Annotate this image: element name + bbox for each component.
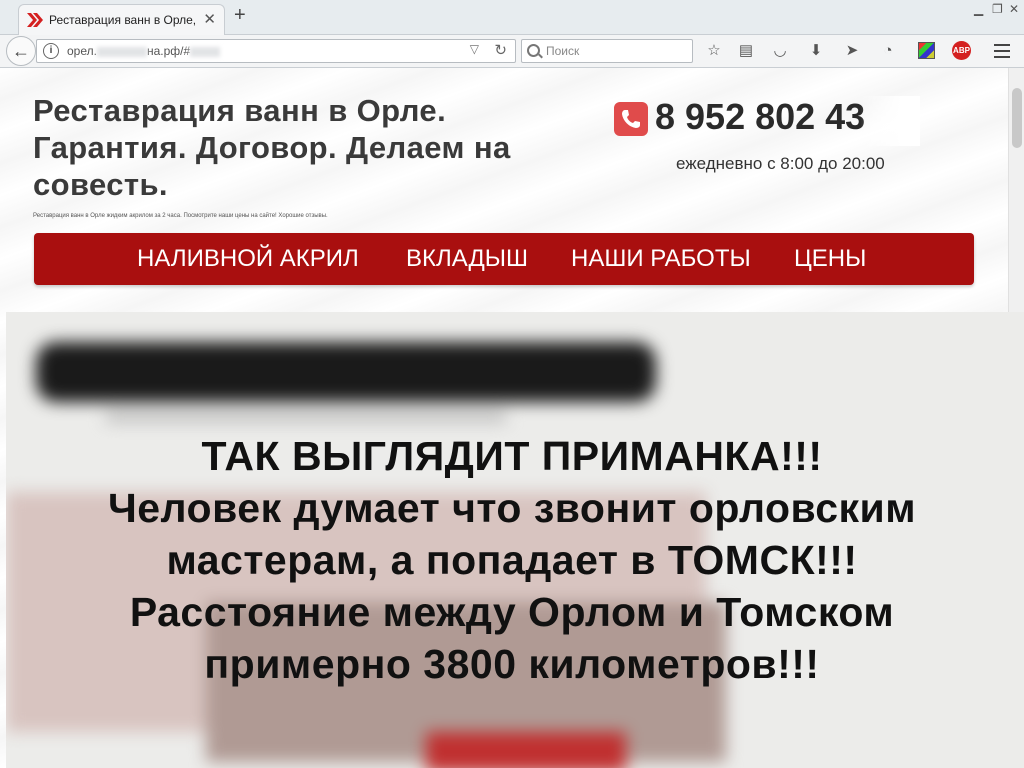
- tab-title: Реставрация ванн в Орле, …: [49, 13, 199, 27]
- warning-overlay-text: ТАК ВЫГЛЯДИТ ПРИМАНКА!!! Человек думает …: [0, 430, 1024, 690]
- close-window-icon[interactable]: ✕: [1009, 2, 1019, 16]
- blurred-button: [426, 732, 626, 768]
- extension-icon[interactable]: [918, 42, 935, 59]
- back-button[interactable]: ←: [6, 36, 36, 66]
- overlay-line: ТАК ВЫГЛЯДИТ ПРИМАНКА!!!: [201, 433, 823, 479]
- tab-bar: Реставрация ванн в Орле, … ✕ + ▁ ❐ ✕: [0, 0, 1024, 35]
- redacted-url: [190, 46, 221, 57]
- blurred-text: [106, 412, 506, 422]
- phone-icon: [614, 102, 648, 136]
- phone-redaction: [860, 96, 920, 146]
- page-title: Реставрация ванн в Орле. Гарантия. Догов…: [33, 93, 511, 202]
- page-tagline: Реставрация ванн в Орле жидким акрилом з…: [33, 213, 328, 219]
- chevron-down-icon[interactable]: ▽: [470, 42, 479, 56]
- reading-list-icon[interactable]: ▤: [736, 41, 756, 61]
- downloads-icon[interactable]: ⬇: [806, 41, 826, 61]
- adblock-icon[interactable]: ABP: [952, 41, 971, 60]
- overlay-line: Человек думает что звонит орловским: [107, 485, 917, 531]
- scroll-thumb[interactable]: [1012, 88, 1022, 148]
- close-tab-icon[interactable]: ✕: [203, 10, 216, 28]
- bookmark-star-icon[interactable]: ☆: [704, 41, 724, 61]
- sync-icon[interactable]: ◔: [878, 41, 898, 61]
- browser-tab[interactable]: Реставрация ванн в Орле, … ✕: [18, 4, 225, 35]
- menu-icon[interactable]: [994, 44, 1010, 62]
- redacted-url: [96, 46, 147, 57]
- overlay-line: Расстояние между Орлом и Томском: [129, 589, 895, 635]
- new-tab-button[interactable]: +: [234, 4, 246, 27]
- menu-item-liner[interactable]: ВКЛАДЫШ: [406, 245, 528, 273]
- pocket-icon[interactable]: ◡: [770, 41, 790, 61]
- url-text: орел. на.рф/#: [67, 44, 221, 58]
- main-menu: НАЛИВНОЙ АКРИЛ ВКЛАДЫШ НАШИ РАБОТЫ ЦЕНЫ: [34, 233, 974, 285]
- maximize-icon[interactable]: ❐: [992, 2, 1003, 16]
- minimize-icon[interactable]: ▁: [974, 2, 983, 16]
- info-icon[interactable]: i: [43, 43, 59, 59]
- menu-item-works[interactable]: НАШИ РАБОТЫ: [571, 245, 751, 273]
- blurred-banner: [36, 342, 656, 402]
- address-bar[interactable]: i орел. на.рф/# ▽ ↻: [36, 39, 516, 63]
- search-placeholder: Поиск: [546, 44, 580, 58]
- site-favicon-icon: [27, 13, 43, 27]
- overlay-line: мастерам, а попадает в ТОМСК!!!: [166, 537, 858, 583]
- working-hours: ежедневно с 8:00 до 20:00: [676, 154, 885, 173]
- menu-item-prices[interactable]: ЦЕНЫ: [794, 245, 866, 273]
- search-box[interactable]: Поиск: [521, 39, 693, 63]
- send-icon[interactable]: ➤: [842, 41, 862, 61]
- menu-item-acrylic[interactable]: НАЛИВНОЙ АКРИЛ: [137, 245, 359, 273]
- navigation-bar: ← i орел. на.рф/# ▽ ↻ Поиск ☆ ▤ ◡ ⬇ ➤ ◔: [0, 35, 1024, 68]
- overlay-line: примерно 3800 километров!!!: [204, 641, 820, 687]
- reload-icon[interactable]: ↻: [494, 41, 507, 59]
- search-icon: [527, 44, 540, 57]
